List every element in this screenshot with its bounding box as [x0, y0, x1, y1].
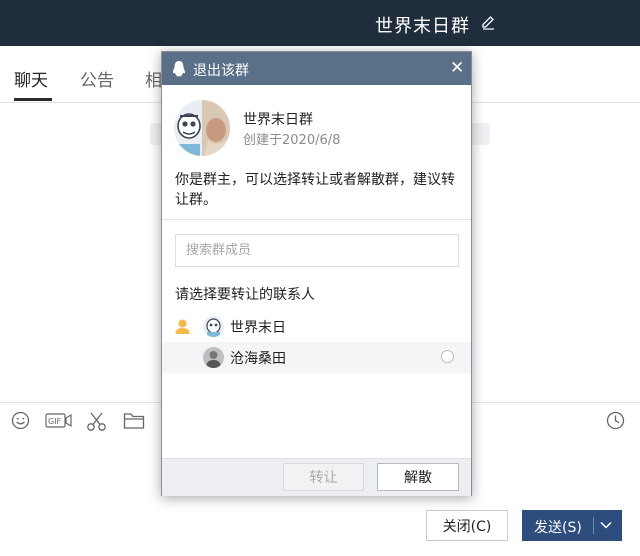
member-avatar — [203, 347, 224, 368]
owner-notice: 你是群主，可以选择转让或者解散群，建议转让群。 — [175, 172, 455, 208]
exit-group-dialog: 退出该群 ✕ 世界末日群 创建于2020/6/8 你是群主，可以选择转让或者解散… — [161, 51, 472, 496]
dialog-header: 退出该群 ✕ — [162, 52, 471, 85]
member-name: 世界末日 — [230, 320, 286, 336]
send-button-label: 发送(S) — [534, 520, 582, 536]
member-name: 沧海桑田 — [230, 351, 286, 367]
close-button[interactable]: 关闭(C) — [426, 510, 508, 541]
clock-icon[interactable] — [606, 411, 625, 430]
member-avatar — [203, 316, 224, 337]
group-name: 世界末日群 — [243, 112, 313, 128]
send-button[interactable]: 发送(S) — [522, 510, 622, 541]
tab-album[interactable]: 相 — [145, 66, 162, 91]
send-button-divider — [593, 517, 594, 534]
gif-icon[interactable]: GIF — [45, 411, 72, 430]
member-row-owner: 世界末日 — [162, 311, 471, 342]
transfer-button[interactable]: 转让 — [283, 463, 364, 491]
active-tab-indicator — [14, 98, 52, 101]
group-avatar — [174, 100, 230, 156]
chevron-down-icon[interactable] — [599, 519, 613, 531]
dialog-title: 退出该群 — [193, 63, 249, 79]
penguin-icon — [173, 61, 185, 77]
dialog-divider — [162, 219, 471, 220]
group-created-date: 创建于2020/6/8 — [243, 133, 341, 148]
edit-icon[interactable] — [480, 14, 496, 30]
member-select-radio[interactable] — [441, 350, 454, 363]
emoji-icon[interactable] — [11, 411, 30, 430]
tab-chat[interactable]: 聊天 — [14, 66, 48, 91]
bottom-action-bar: 关闭(C) 发送(S) — [0, 500, 640, 556]
window-titlebar: 世界末日群 — [0, 0, 640, 46]
member-search-input[interactable] — [184, 235, 450, 266]
svg-text:GIF: GIF — [48, 417, 62, 426]
pick-contact-label: 请选择要转让的联系人 — [175, 287, 315, 303]
dissolve-button[interactable]: 解散 — [377, 463, 459, 491]
close-icon[interactable]: ✕ — [450, 60, 464, 77]
dialog-footer: 转让 解散 — [162, 458, 471, 496]
member-row[interactable]: 沧海桑田 — [162, 342, 471, 373]
owner-icon — [175, 319, 190, 334]
folder-icon[interactable] — [123, 411, 145, 430]
tab-announcement[interactable]: 公告 — [80, 66, 114, 91]
window-title: 世界末日群 — [375, 16, 470, 37]
member-search-box[interactable] — [175, 234, 459, 267]
scissors-icon[interactable] — [86, 411, 107, 432]
